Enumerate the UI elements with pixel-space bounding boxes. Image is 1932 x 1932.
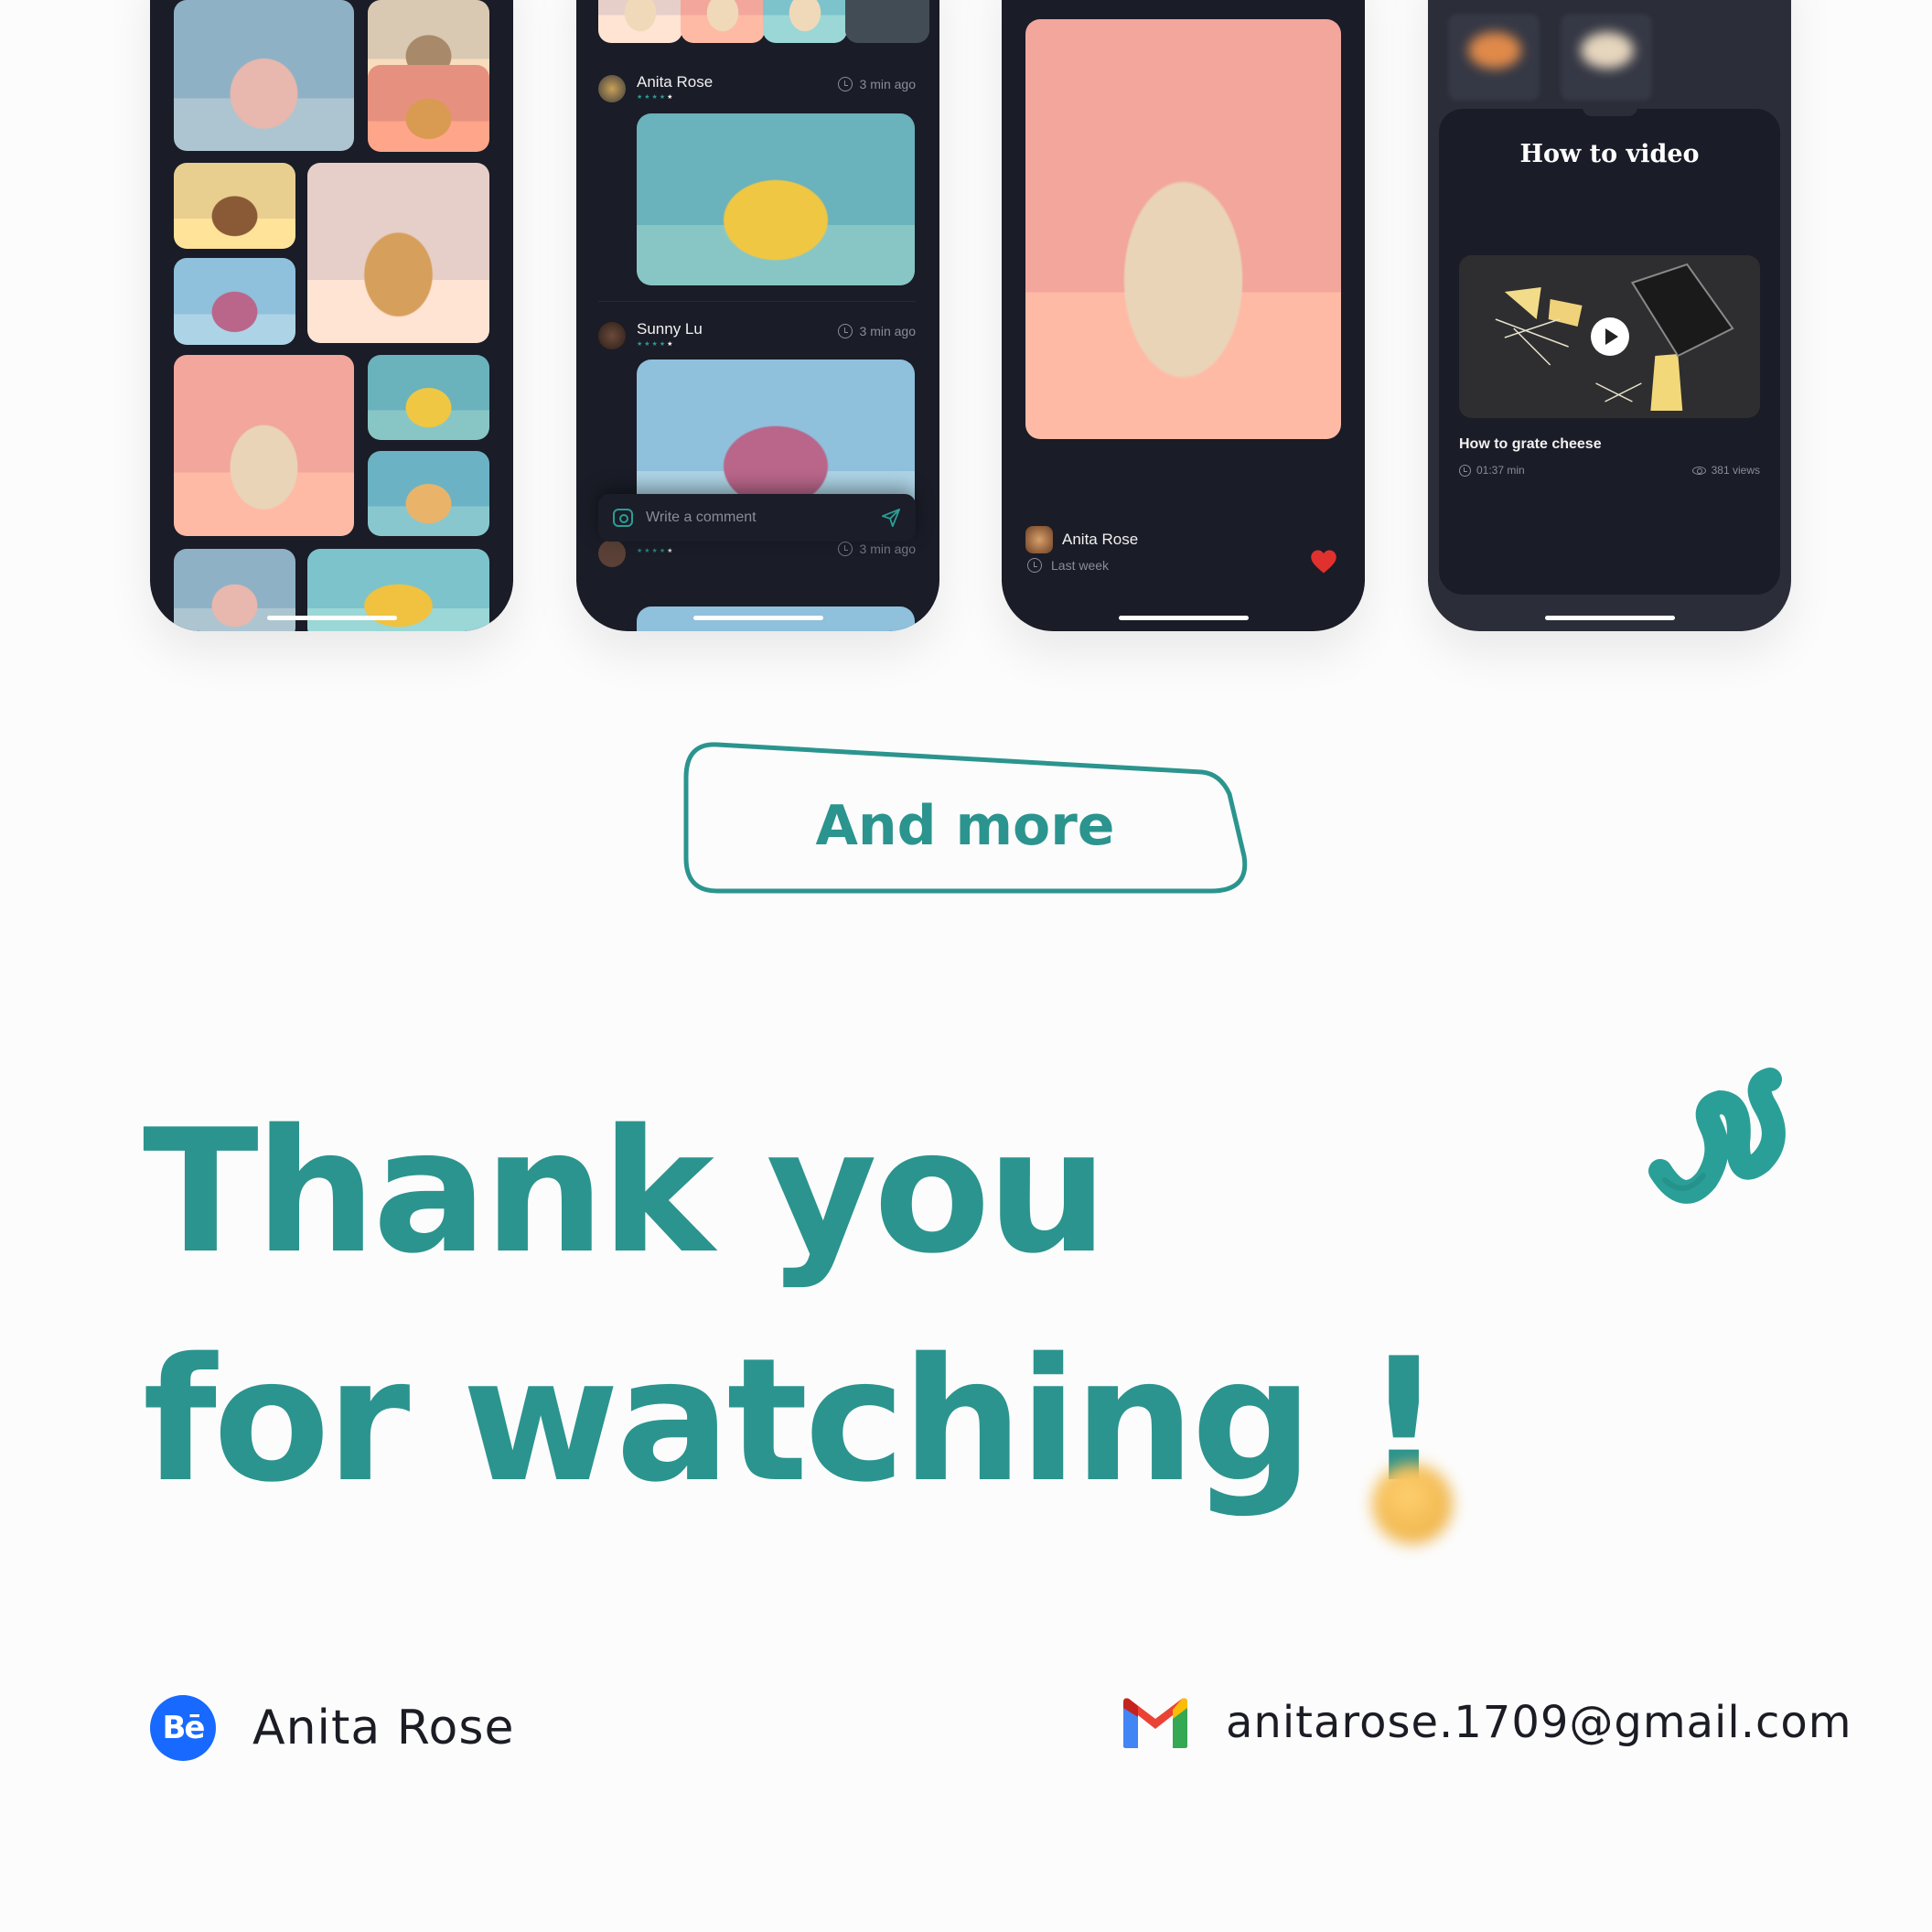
avatar: [1025, 526, 1053, 553]
phone-detail-screen: Anita Rose Last week: [1002, 0, 1365, 631]
gallery-tile-taiyaki-plate[interactable]: [307, 163, 489, 343]
more-count: +471: [845, 0, 929, 43]
headline-line-1: Thank you: [143, 1092, 1108, 1291]
gallery-tile-milkshakes[interactable]: [368, 355, 489, 440]
category-card[interactable]: [1448, 14, 1540, 101]
bottom-sheet: How to video How to grate cheese 01:37 m…: [1439, 105, 1780, 595]
gallery-tile-taiyaki-blue[interactable]: [174, 258, 295, 345]
home-indicator: [1544, 616, 1675, 620]
post-time: 3 min ago: [837, 324, 916, 338]
home-indicator: [692, 616, 823, 620]
post-author[interactable]: Anita Rose: [637, 73, 713, 91]
clock-icon: [837, 324, 853, 338]
clock-icon: [1459, 464, 1471, 477]
rating-stars: ★★★★★: [637, 341, 675, 348]
video-views: 381 views: [1711, 464, 1760, 477]
clock-icon: [1027, 558, 1042, 573]
gmail-icon: [1123, 1698, 1187, 1748]
heart-icon[interactable]: [1310, 549, 1337, 574]
and-more-label: And more: [815, 794, 1115, 858]
gallery-tile-dalgona-coffee[interactable]: [174, 355, 354, 536]
phone-feed-screen: +471 Anita Rose ★★★★★ 3 min ago Sunny Lu…: [576, 0, 939, 631]
clock-icon: [837, 77, 853, 91]
post-image[interactable]: [637, 113, 915, 285]
behance-icon: Bē: [150, 1695, 216, 1761]
category-card[interactable]: [1561, 14, 1652, 101]
divider: [598, 301, 916, 302]
author-name: Anita Rose: [1062, 531, 1139, 548]
sheet-title: How to video: [1519, 140, 1700, 168]
post-author[interactable]: Sunny Lu: [637, 320, 703, 338]
post-time: 3 min ago: [837, 542, 916, 556]
home-indicator: [266, 616, 397, 620]
detail-image[interactable]: [1025, 19, 1341, 439]
video-meta: 01:37 min 381 views: [1459, 464, 1760, 477]
detail-author[interactable]: Anita Rose: [1025, 526, 1138, 553]
video-duration: 01:37 min: [1476, 464, 1525, 477]
avatar[interactable]: [598, 75, 626, 102]
play-icon[interactable]: [1590, 317, 1629, 356]
rating-stars: ★★★★★: [637, 548, 675, 554]
video-thumbnail[interactable]: [1459, 255, 1760, 418]
rating-stars: ★★★★★: [637, 94, 675, 101]
more-photos-button[interactable]: +471: [845, 0, 929, 43]
thumb-image[interactable]: [763, 0, 847, 43]
phone-howto-screen: How to video How to grate cheese 01:37 m…: [1428, 0, 1791, 631]
thumb-image[interactable]: [681, 0, 765, 43]
headline-line-2: for watching !: [143, 1321, 1443, 1519]
phone-gallery-screen: [150, 0, 513, 631]
post-header: Sunny Lu ★★★★★ 3 min ago: [598, 320, 916, 357]
detail-time: Last week: [1027, 558, 1109, 573]
thumb-image[interactable]: [598, 0, 682, 43]
spring-decoration-icon: [1648, 1068, 1786, 1204]
comment-bar: [598, 494, 916, 542]
post-time: 3 min ago: [837, 77, 916, 91]
sheet-handle[interactable]: [1582, 105, 1637, 116]
video-title[interactable]: How to grate cheese: [1459, 436, 1602, 453]
and-more-button[interactable]: And more: [681, 739, 1250, 896]
gallery-tile-honey-pancake[interactable]: [174, 0, 354, 151]
behance-link[interactable]: Bē Anita Rose: [150, 1695, 514, 1761]
comment-input[interactable]: [646, 510, 868, 526]
eye-icon: [1691, 466, 1706, 475]
gallery-tile-donut-stack[interactable]: [368, 451, 489, 536]
blurred-ball-decoration: [1372, 1464, 1453, 1544]
behance-name: Anita Rose: [252, 1701, 515, 1755]
email-link[interactable]: anitarose.1709@gmail.com: [1120, 1695, 1852, 1750]
gallery-tile-taiyaki-yellow[interactable]: [174, 163, 295, 249]
clock-icon: [837, 542, 853, 556]
email-address: anitarose.1709@gmail.com: [1226, 1697, 1852, 1748]
avatar[interactable]: [598, 322, 626, 349]
gallery-tile-toast-stack[interactable]: [368, 65, 489, 152]
send-icon[interactable]: [881, 508, 901, 528]
post-header: Anita Rose ★★★★★ 3 min ago: [598, 73, 916, 110]
home-indicator: [1118, 616, 1249, 620]
avatar[interactable]: [598, 540, 626, 567]
post-header-partial: ★★★★★ 3 min ago: [598, 538, 916, 574]
camera-icon[interactable]: [613, 509, 633, 527]
